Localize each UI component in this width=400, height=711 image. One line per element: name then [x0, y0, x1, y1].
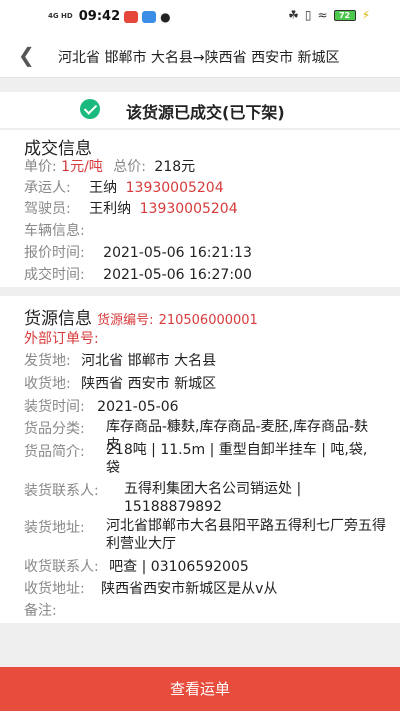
total-price-label: 总价: — [113, 159, 146, 175]
total-price-value: 218元 — [154, 159, 196, 175]
deal-time-value: 2021-05-06 16:27:00 — [103, 267, 252, 283]
unload-contact-value: 吧查 | 03106592005 — [109, 559, 249, 575]
cargo-number-label: 货源编号: — [97, 313, 154, 328]
unload-address-value: 陕西省西安市新城区是从v从 — [101, 581, 278, 597]
unload-address-row: 收货地址: 陕西省西安市新城区是从v从 — [24, 578, 277, 598]
unit-price-value: 1元/吨 — [61, 159, 103, 175]
destination-row: 收货地: 陕西省 西安市 新城区 — [24, 373, 216, 393]
load-time-row: 装货时间: 2021-05-06 — [24, 396, 179, 416]
unload-contact-row: 收货联系人: 吧查 | 03106592005 — [24, 556, 249, 576]
bluetooth-icon: ☘ — [288, 8, 299, 22]
app-notification-icon — [142, 10, 157, 23]
unload-address-label: 收货地址: — [24, 581, 85, 597]
carrier-name: 王纳 — [89, 180, 118, 196]
charging-icon: ⚡ — [361, 8, 370, 22]
battery-icon: 72 — [333, 9, 356, 21]
cargo-info-header: 货源信息 货源编号: 210506000001 — [24, 304, 258, 329]
cargo-info-card: 货源信息 货源编号: 210506000001 外部订单号: 发货地: 河北省 … — [0, 296, 400, 623]
chat-icon: ● — [160, 9, 171, 24]
goods-category-label: 货品分类: — [24, 421, 85, 437]
load-contact-label: 装货联系人: — [24, 483, 99, 499]
load-address-label: 装货地址: — [24, 520, 85, 536]
cargo-number-value: 210506000001 — [158, 313, 258, 328]
external-order-label: 外部订单号: — [24, 331, 99, 347]
load-time-value: 2021-05-06 — [97, 399, 179, 415]
driver-name: 王利纳 — [89, 201, 132, 217]
carrier-phone[interactable]: 13930005204 — [126, 180, 224, 196]
view-waybill-button[interactable]: 查看运单 — [0, 667, 400, 711]
title-bar: ❮ 河北省 邯郸市 大名县→陕西省 西安市 新城区 — [0, 34, 400, 78]
back-arrow-icon[interactable]: ❮ — [18, 44, 35, 66]
app-notification-icon — [124, 10, 139, 23]
network-indicator: 4G HD — [48, 12, 73, 20]
carrier-row: 承运人: 王纳 13930005204 — [24, 177, 224, 197]
destination-value: 陕西省 西安市 新城区 — [81, 376, 217, 392]
quote-time-value: 2021-05-06 16:21:13 — [103, 245, 252, 261]
deal-info-card: 成交信息 单价: 1元/吨 总价: 218元 承运人: 王纳 139300052… — [0, 130, 400, 287]
origin-label: 发货地: — [24, 353, 71, 369]
page-title: 河北省 邯郸市 大名县→陕西省 西安市 新城区 — [58, 50, 340, 66]
signal-icon: ▯ — [304, 8, 312, 22]
load-time-label: 装货时间: — [24, 399, 85, 415]
cargo-info-title: 货源信息 — [24, 309, 92, 329]
deal-status-banner: 该货源已成交(已下架) — [0, 92, 400, 128]
vehicle-row: 车辆信息: — [24, 220, 85, 240]
quote-time-row: 报价时间: 2021-05-06 16:21:13 — [24, 242, 252, 262]
remark-label: 备注: — [24, 603, 57, 619]
deal-time-label: 成交时间: — [24, 267, 85, 283]
price-row: 单价: 1元/吨 总价: 218元 — [24, 156, 195, 176]
deal-time-row: 成交时间: 2021-05-06 16:27:00 — [24, 264, 252, 284]
driver-row: 驾驶员: 王利纳 13930005204 — [24, 198, 238, 218]
wifi-icon: ≈ — [317, 8, 328, 22]
origin-value: 河北省 邯郸市 大名县 — [81, 353, 217, 369]
goods-brief-label: 货品简介: — [24, 444, 85, 460]
carrier-label: 承运人: — [24, 180, 71, 196]
load-address-value: 河北省邯郸市大名县阳平路五得利七厂旁五得利营业大厅 — [106, 518, 386, 552]
goods-brief-value: 218吨 | 11.5m | 重型自卸半挂车 | 吨,袋, 袋 — [106, 442, 368, 476]
driver-label: 驾驶员: — [24, 201, 71, 217]
bottom-action-bar: 查看运单 — [0, 667, 400, 711]
status-bar: 4G HD 09:42 ● ☘ ▯ ≈ 72 ⚡ — [0, 0, 400, 34]
quote-time-label: 报价时间: — [24, 245, 85, 261]
load-contact-value: 五得利集团大名公司销运处 | 15188879892 — [124, 481, 302, 515]
vehicle-label: 车辆信息: — [24, 223, 85, 239]
deal-status-text: 该货源已成交(已下架) — [126, 103, 285, 122]
destination-label: 收货地: — [24, 376, 71, 392]
unload-contact-label: 收货联系人: — [24, 559, 99, 575]
check-circle-icon — [80, 99, 100, 119]
origin-row: 发货地: 河北省 邯郸市 大名县 — [24, 350, 216, 370]
status-time: 09:42 — [78, 9, 121, 24]
unit-price-label: 单价: — [24, 159, 57, 175]
driver-phone[interactable]: 13930005204 — [140, 201, 238, 217]
